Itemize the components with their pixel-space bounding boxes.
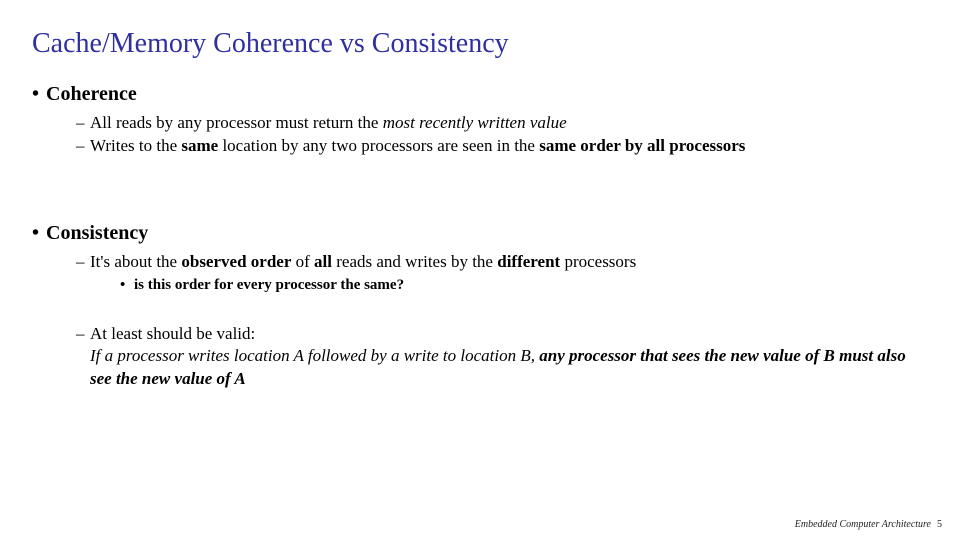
consistency-item-2-cont: If a processor writes location A followe… <box>90 345 928 389</box>
slide-title: Cache/Memory Coherence vs Consistency <box>32 28 928 60</box>
text-bold: different <box>497 252 560 271</box>
spacer <box>32 157 928 221</box>
consistency-item-1: –It's about the observed order of all re… <box>76 251 928 273</box>
consistency-list: –It's about the observed order of all re… <box>76 251 928 273</box>
section-coherence-heading: Coherence <box>46 83 137 105</box>
section-consistency-heading: Consistency <box>46 222 148 244</box>
text: location by any two processors are seen … <box>218 136 539 155</box>
dash-icon: – <box>76 323 90 345</box>
text: Writes to the <box>90 136 181 155</box>
text-italic: If a processor writes location A followe… <box>90 346 539 365</box>
text: All reads by any processor must return t… <box>90 113 383 132</box>
text: processors <box>560 252 636 271</box>
coherence-item-2: –Writes to the same location by any two … <box>76 135 928 157</box>
coherence-list: –All reads by any processor must return … <box>76 112 928 157</box>
text-bold: same <box>181 136 218 155</box>
section-coherence: •Coherence <box>32 82 928 106</box>
text: of <box>291 252 314 271</box>
slide: Cache/Memory Coherence vs Consistency •C… <box>0 0 960 540</box>
text: It's about the <box>90 252 181 271</box>
footer-course: Embedded Computer Architecture <box>795 519 931 530</box>
bullet-icon: • <box>120 276 134 296</box>
dash-icon: – <box>76 251 90 273</box>
bullet-icon: • <box>32 221 46 245</box>
consistency-list-2: –At least should be valid: <box>76 323 928 345</box>
section-consistency: •Consistency <box>32 221 928 245</box>
text-italic: most recently written value <box>383 113 567 132</box>
consistency-sublist: •is this order for every processor the s… <box>120 276 928 296</box>
text: reads and writes by the <box>332 252 497 271</box>
consistency-item-2: –At least should be valid: <box>76 323 928 345</box>
text-bold: all <box>314 252 332 271</box>
footer: Embedded Computer Architecture 5 <box>795 519 942 530</box>
consistency-subitem-1: •is this order for every processor the s… <box>120 276 928 296</box>
footer-page: 5 <box>937 519 942 530</box>
text-bold: observed order <box>181 252 291 271</box>
spacer <box>32 295 928 323</box>
text-bold: is this order for every processor the sa… <box>134 277 404 293</box>
text: At least should be valid: <box>90 324 255 343</box>
text-bold: same order by all processors <box>539 136 745 155</box>
coherence-item-1: –All reads by any processor must return … <box>76 112 928 134</box>
dash-icon: – <box>76 112 90 134</box>
bullet-icon: • <box>32 82 46 106</box>
dash-icon: – <box>76 135 90 157</box>
